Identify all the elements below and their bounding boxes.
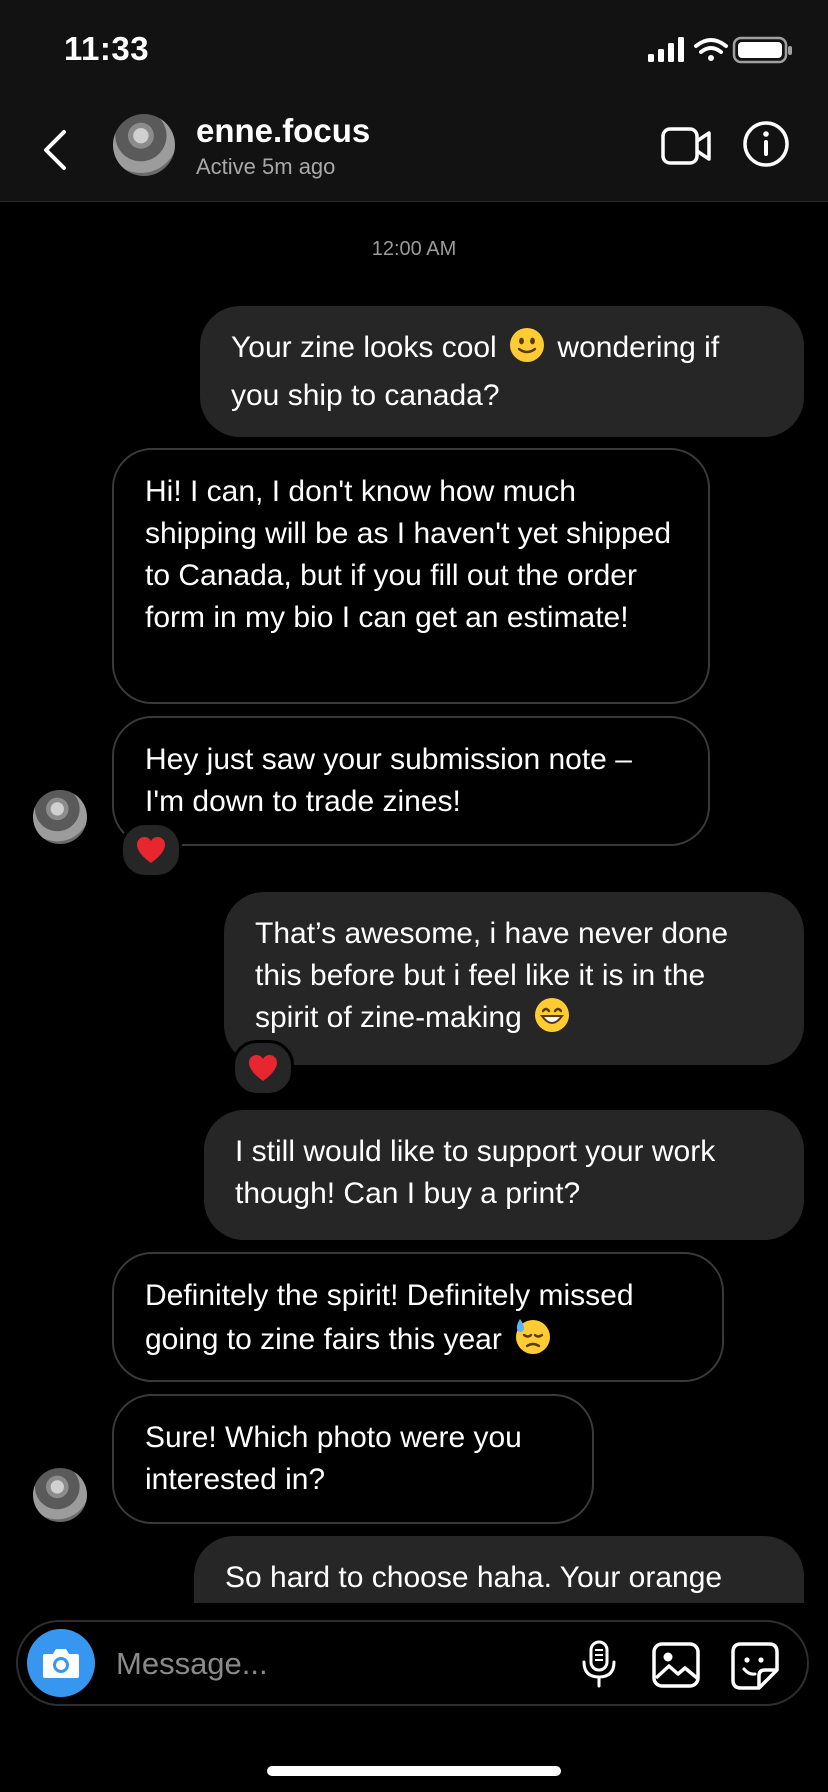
downcast-face-with-sweat-emoji <box>514 1317 552 1367</box>
slightly-smiling-face-emoji <box>509 327 545 375</box>
message-text: Hey just saw your submission note – I'm … <box>145 743 632 818</box>
grinning-face-emoji <box>534 997 570 1045</box>
message-text: Your zine looks cool <box>231 331 497 364</box>
cellular-signal-icon <box>648 37 684 62</box>
chat-header: enne.focus Active 5m ago <box>0 96 828 202</box>
message-input[interactable] <box>114 1636 488 1692</box>
sent-message[interactable]: So hard to choose haha. Your orange <box>194 1536 804 1603</box>
sticker-icon[interactable] <box>731 1642 779 1690</box>
sent-message[interactable]: I still would like to support your work … <box>204 1110 804 1240</box>
sent-message[interactable]: That’s awesome, i have never done this b… <box>224 892 804 1065</box>
home-indicator <box>267 1766 561 1776</box>
message-text: I still would like to support your work … <box>235 1135 716 1210</box>
received-message[interactable]: Hi! I can, I don't know how much shippin… <box>112 448 710 704</box>
message-text: Hi! I can, I don't know how much shippin… <box>145 475 672 634</box>
sent-message[interactable]: Your zine looks cool wondering if you sh… <box>200 306 804 437</box>
contact-avatar-small[interactable] <box>33 790 87 844</box>
gallery-icon[interactable] <box>652 1642 700 1688</box>
message-text: Sure! Which photo were you interested in… <box>145 1421 522 1496</box>
wifi-icon <box>694 38 728 61</box>
message-composer <box>16 1620 809 1706</box>
received-message[interactable]: Definitely the spirit! Definitely missed… <box>112 1252 724 1382</box>
heart-reaction[interactable] <box>232 1040 294 1096</box>
contact-username[interactable]: enne.focus <box>196 112 370 150</box>
camera-icon <box>43 1649 79 1678</box>
battery-icon <box>732 36 792 64</box>
camera-button[interactable] <box>27 1629 95 1697</box>
received-message[interactable]: Hey just saw your submission note – I'm … <box>112 716 710 846</box>
microphone-icon[interactable] <box>579 1640 619 1688</box>
thread-timestamp: 12:00 AM <box>371 238 457 260</box>
status-time: 11:33 <box>64 30 150 67</box>
heart-icon <box>249 1055 277 1081</box>
video-call-icon[interactable] <box>660 124 712 168</box>
message-text: That’s awesome, i have never done this b… <box>255 917 729 1034</box>
message-text: Definitely the spirit! Definitely missed… <box>145 1279 634 1356</box>
info-icon[interactable] <box>742 120 790 168</box>
message-thread[interactable]: 12:00 AM Your zine looks cool wondering … <box>0 202 828 1603</box>
heart-icon <box>137 837 165 863</box>
contact-avatar-small[interactable] <box>33 1468 87 1522</box>
back-chevron-icon[interactable] <box>36 126 76 174</box>
contact-avatar[interactable] <box>113 114 175 176</box>
status-bar: 11:33 <box>0 0 828 96</box>
system-icons <box>648 36 794 64</box>
received-message[interactable]: Sure! Which photo were you interested in… <box>112 1394 594 1524</box>
message-text: So hard to choose haha. Your orange <box>225 1561 723 1594</box>
presence-status: Active 5m ago <box>196 154 336 179</box>
heart-reaction[interactable] <box>120 822 182 878</box>
